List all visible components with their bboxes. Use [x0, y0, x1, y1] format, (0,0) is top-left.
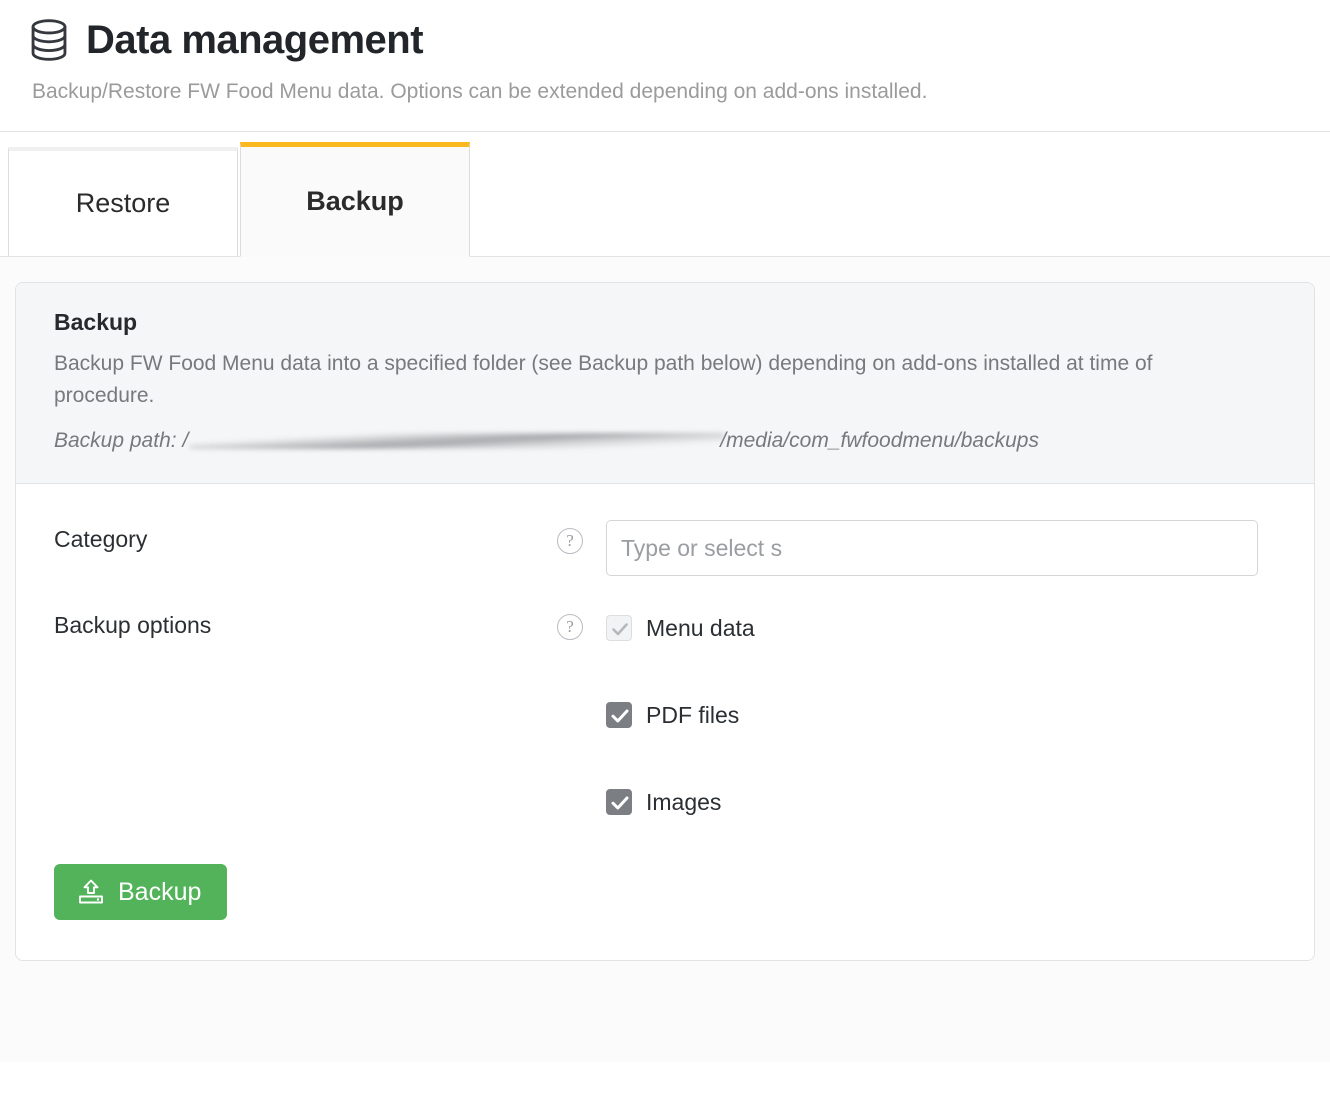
tab-backup[interactable]: Backup	[240, 142, 470, 258]
tab-restore[interactable]: Restore	[8, 147, 238, 258]
form-actions: Backup	[54, 864, 1276, 921]
page-title: Data management	[86, 18, 424, 62]
backup-path-prefix: /	[182, 429, 189, 453]
backup-path-redacted	[190, 433, 725, 450]
checkmark-icon	[606, 615, 632, 642]
backup-submit-label: Backup	[118, 877, 202, 906]
backup-path-suffix: /media/com_fwfoodmenu/backups	[720, 429, 1039, 453]
question-circle-icon[interactable]: ?	[557, 528, 583, 555]
database-icon	[30, 18, 68, 62]
checkbox-menu-data[interactable]: Menu data	[606, 606, 1276, 650]
backup-card-header: Backup Backup FW Food Menu data into a s…	[16, 283, 1314, 485]
checkbox-menu-data-label: Menu data	[646, 614, 755, 641]
page-subtitle: Backup/Restore FW Food Menu data. Option…	[32, 80, 928, 103]
tab-panel-backup: Backup Backup FW Food Menu data into a s…	[0, 257, 1330, 1063]
checkbox-images[interactable]: Images	[606, 780, 1276, 824]
backup-card: Backup Backup FW Food Menu data into a s…	[15, 282, 1315, 962]
backup-path-label: Backup path:	[54, 429, 177, 453]
category-input[interactable]	[606, 520, 1258, 577]
upload-drive-icon	[76, 877, 106, 907]
title-row: Data management	[30, 18, 1300, 62]
page-header: Data management Backup/Restore FW Food M…	[0, 0, 1330, 132]
category-label: Category	[54, 526, 148, 553]
checkmark-icon	[606, 702, 632, 729]
backup-form: Category ? Backup options ?	[16, 484, 1314, 961]
backup-options-label: Backup options	[54, 612, 212, 639]
tab-restore-label: Restore	[75, 188, 171, 219]
tab-backup-label: Backup	[306, 186, 404, 217]
backup-card-description: Backup FW Food Menu data into a specifie…	[54, 352, 1153, 407]
form-row-backup-options: Backup options ? Menu data PDF files Ima…	[54, 606, 1276, 824]
backup-path-row: Backup path: / /media/com_fwfoodmenu/bac…	[54, 429, 1276, 453]
form-row-category: Category ?	[54, 520, 1276, 577]
backup-submit-button[interactable]: Backup	[54, 864, 228, 921]
checkmark-icon	[606, 789, 632, 816]
checkbox-pdf-files-label: PDF files	[646, 701, 740, 728]
backup-card-heading: Backup	[54, 309, 138, 336]
checkbox-images-label: Images	[646, 788, 722, 815]
checkbox-pdf-files[interactable]: PDF files	[606, 693, 1276, 737]
tab-bar: Restore Backup	[0, 132, 1330, 258]
tab-baseline	[0, 256, 1330, 258]
question-circle-icon[interactable]: ?	[557, 614, 583, 641]
